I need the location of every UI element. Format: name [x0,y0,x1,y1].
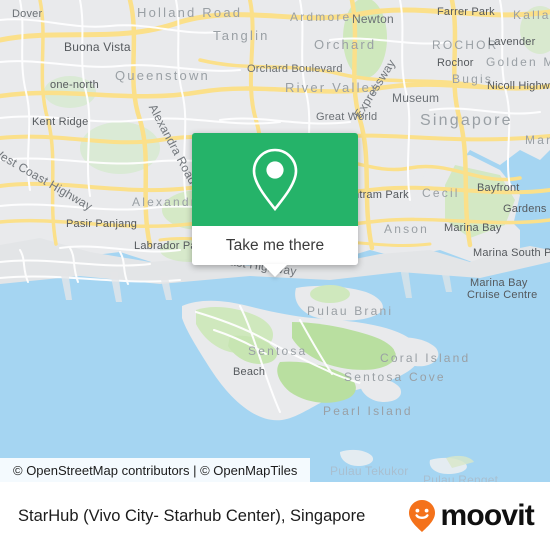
page-title: StarHub (Vivo City- Starhub Center), Sin… [18,506,366,525]
moovit-wordmark: moovit [440,499,534,532]
map-screenshot: Dover Holland Road Ardmore Newton Farrer Par… [0,0,550,550]
footer-bar: StarHub (Vivo City- Starhub Center), Sin… [0,482,550,550]
map-pin-icon [252,148,298,211]
take-me-there-button[interactable]: Take me there [192,226,358,277]
popup-pointer [262,264,288,277]
moovit-logo[interactable]: moovit [407,499,535,533]
moovit-smiley-pin-icon [409,500,436,532]
location-popup-card[interactable]: Take me there [192,133,358,277]
popup-icon-area [192,133,358,226]
map-canvas[interactable]: Dover Holland Road Ardmore Newton Farrer Par… [0,0,550,482]
take-me-there-label: Take me there [225,236,325,254]
